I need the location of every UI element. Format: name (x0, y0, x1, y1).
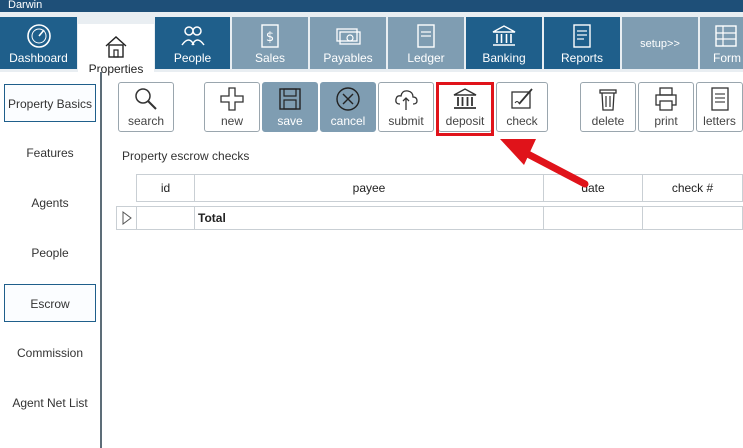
cancel-button[interactable]: cancel (320, 82, 376, 132)
main-nav-bar: Dashboard Properties People $ Sales Paya… (0, 12, 743, 84)
nav-sales[interactable]: $ Sales (232, 17, 308, 69)
row-pointer-triangle-icon (122, 211, 132, 225)
window-title: Darwin (8, 0, 43, 11)
floppy-disk-icon (279, 88, 301, 110)
window-title-bar: Darwin (0, 0, 743, 12)
total-row-check-cell (642, 206, 743, 230)
sidebar-item-label: People (31, 246, 69, 260)
nav-label: Ledger (407, 51, 445, 65)
cancel-button-label: cancel (330, 114, 366, 128)
submit-button-label: submit (388, 114, 424, 128)
dollar-document-icon: $ (261, 24, 279, 48)
search-button-label: search (127, 114, 165, 128)
deposit-button[interactable]: deposit (438, 82, 492, 132)
house-icon (105, 36, 127, 58)
sidebar-item-commission[interactable]: Commission (4, 334, 96, 372)
money-bills-icon (336, 28, 361, 45)
nav-label: Reports (560, 51, 604, 65)
trash-icon (599, 89, 617, 111)
print-button-label: print (654, 114, 678, 128)
sidebar-item-label: Agents (31, 196, 69, 210)
total-row-id-cell (136, 206, 195, 230)
row-selector[interactable] (116, 206, 137, 230)
nav-dashboard[interactable]: Dashboard (0, 17, 77, 69)
section-title: Property escrow checks (122, 149, 250, 163)
check-pen-icon (511, 88, 533, 109)
deposit-button-label: deposit (445, 114, 485, 128)
delete-button-label: delete (591, 114, 625, 128)
nav-label: setup>> (640, 38, 680, 50)
save-button-label: save (277, 114, 303, 128)
sidebar-item-label: Agent Net List (12, 396, 88, 410)
column-header-id[interactable]: id (136, 174, 195, 202)
sidebar-item-agent-net-list[interactable]: Agent Net List (4, 384, 96, 422)
nav-label: Sales (254, 51, 286, 65)
dashboard-gauge-icon (26, 24, 51, 48)
nav-people[interactable]: People (155, 17, 230, 69)
sidebar-item-label: Escrow (30, 297, 70, 311)
sidebar-item-escrow[interactable]: Escrow (4, 284, 96, 322)
print-button[interactable]: print (638, 82, 694, 132)
sidebar-item-label: Commission (16, 346, 83, 360)
plus-icon (220, 87, 244, 111)
sidebar-item-agents[interactable]: Agents (4, 184, 96, 222)
nav-reports[interactable]: Reports (544, 17, 620, 69)
cloud-upload-icon (395, 90, 418, 110)
letter-document-icon (710, 87, 729, 111)
bank-icon (453, 88, 477, 109)
nav-label: People (173, 51, 212, 65)
letters-button-label: letters (703, 114, 736, 128)
check-button[interactable]: check (496, 82, 548, 132)
cancel-circle-x-icon (336, 87, 360, 111)
nav-label: Payables (323, 51, 373, 65)
sidebar-item-property-basics[interactable]: Property Basics (4, 84, 96, 122)
column-header-check-number[interactable]: check # (642, 174, 743, 202)
nav-banking[interactable]: Banking (466, 17, 542, 69)
sidebar-item-label: Property Basics (7, 97, 93, 111)
property-sidebar: Property Basics Features Agents People E… (0, 72, 102, 448)
new-button[interactable]: new (204, 82, 260, 132)
nav-label: Banking (482, 51, 526, 65)
ledger-book-icon (417, 24, 435, 48)
letters-button[interactable]: letters (696, 82, 743, 132)
sidebar-item-people[interactable]: People (4, 234, 96, 272)
total-row-label: Total (194, 206, 544, 230)
report-document-icon (573, 24, 591, 48)
save-button[interactable]: save (262, 82, 318, 132)
search-button[interactable]: search (118, 82, 174, 132)
nav-ledger[interactable]: Ledger (388, 17, 464, 69)
column-header-payee[interactable]: payee (194, 174, 544, 202)
column-header-date[interactable]: date (543, 174, 643, 202)
check-button-label: check (506, 114, 538, 128)
form-grid-icon (715, 25, 737, 47)
submit-button[interactable]: submit (378, 82, 434, 132)
printer-icon (655, 87, 677, 111)
delete-button[interactable]: delete (580, 82, 636, 132)
sidebar-item-label: Features (26, 146, 74, 160)
total-row-date-cell (543, 206, 643, 230)
nav-forms[interactable]: Form (700, 17, 743, 69)
nav-label: Dashboard (9, 51, 68, 65)
nav-label: Form (713, 51, 741, 65)
bank-icon (492, 25, 516, 46)
new-button-label: new (220, 114, 243, 128)
svg-text:$: $ (266, 30, 274, 45)
sidebar-item-features[interactable]: Features (4, 134, 96, 172)
magnifier-icon (135, 88, 157, 110)
people-icon (180, 26, 205, 46)
nav-payables[interactable]: Payables (310, 17, 386, 69)
nav-setup[interactable]: setup>> (622, 17, 698, 69)
escrow-checks-table: id payee date check # Total (116, 174, 743, 230)
